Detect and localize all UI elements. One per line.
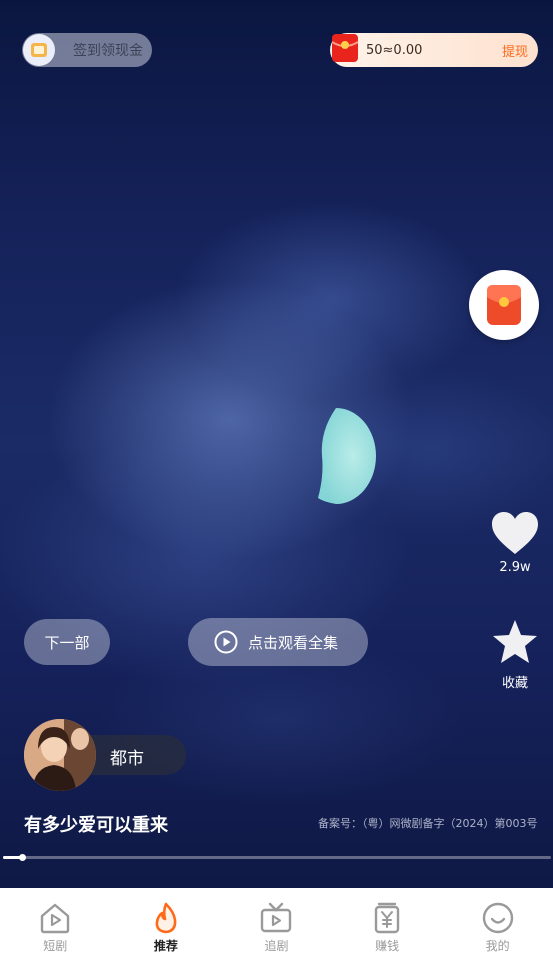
like-count: 2.9w — [499, 560, 531, 575]
record-number: 备案号：（粤）网微剧备字（2024）第003号 — [318, 817, 538, 830]
watch-all-label: 点击观看全集 — [248, 633, 339, 652]
checkin-button[interactable]: 签到领现金 — [22, 33, 152, 67]
bottom-nav: 短剧 推荐 追剧 赚钱 我的 — [0, 888, 553, 964]
nav-label-recommend: 推荐 — [153, 939, 178, 953]
screen: 签到领现金 50≈0.00 提现 2.9w 收藏 下一部 点击观看全集 都市 有… — [0, 0, 553, 964]
nav-item-shorts[interactable]: 短剧 — [0, 888, 111, 964]
like-button[interactable]: 2.9w — [488, 510, 542, 575]
drama-poster[interactable] — [24, 719, 96, 791]
watch-all-button[interactable]: 点击观看全集 — [188, 618, 368, 666]
nav-item-profile[interactable]: 我的 — [442, 888, 553, 964]
nav-label-earn: 赚钱 — [375, 939, 400, 953]
red-envelope-icon — [331, 34, 359, 62]
star-icon — [493, 620, 537, 663]
play-house-icon — [41, 903, 70, 934]
nav-label-profile: 我的 — [485, 939, 510, 953]
yuan-icon — [374, 902, 400, 934]
heart-icon — [492, 512, 538, 554]
nav-item-recommend[interactable]: 推荐 — [111, 888, 222, 964]
favorite-button[interactable]: 收藏 — [488, 618, 542, 691]
checkin-label: 签到领现金 — [73, 43, 143, 59]
calendar-icon — [23, 34, 55, 66]
flame-icon — [155, 902, 177, 934]
nav-label-following: 追剧 — [264, 939, 289, 953]
wallet-pill[interactable]: 50≈0.00 提现 — [330, 33, 538, 67]
genre-label: 都市 — [110, 749, 144, 769]
poster-image — [24, 719, 96, 791]
next-episode-button[interactable]: 下一部 — [24, 619, 110, 665]
nav-label-shorts: 短剧 — [43, 939, 68, 953]
red-packet-icon — [487, 285, 521, 325]
withdraw-button[interactable]: 提现 — [502, 41, 528, 60]
smile-icon — [482, 902, 513, 934]
tv-icon — [261, 902, 292, 933]
moon-image — [318, 408, 376, 504]
nav-item-earn[interactable]: 赚钱 — [332, 888, 443, 964]
drama-title: 有多少爱可以重来 — [24, 815, 168, 836]
progress-bar[interactable] — [3, 854, 551, 861]
play-circle-icon — [214, 630, 238, 654]
wallet-amount: 50≈0.00 — [366, 42, 423, 58]
nav-item-following[interactable]: 追剧 — [221, 888, 332, 964]
favorite-label: 收藏 — [501, 676, 528, 691]
red-packet-button[interactable] — [469, 270, 539, 340]
